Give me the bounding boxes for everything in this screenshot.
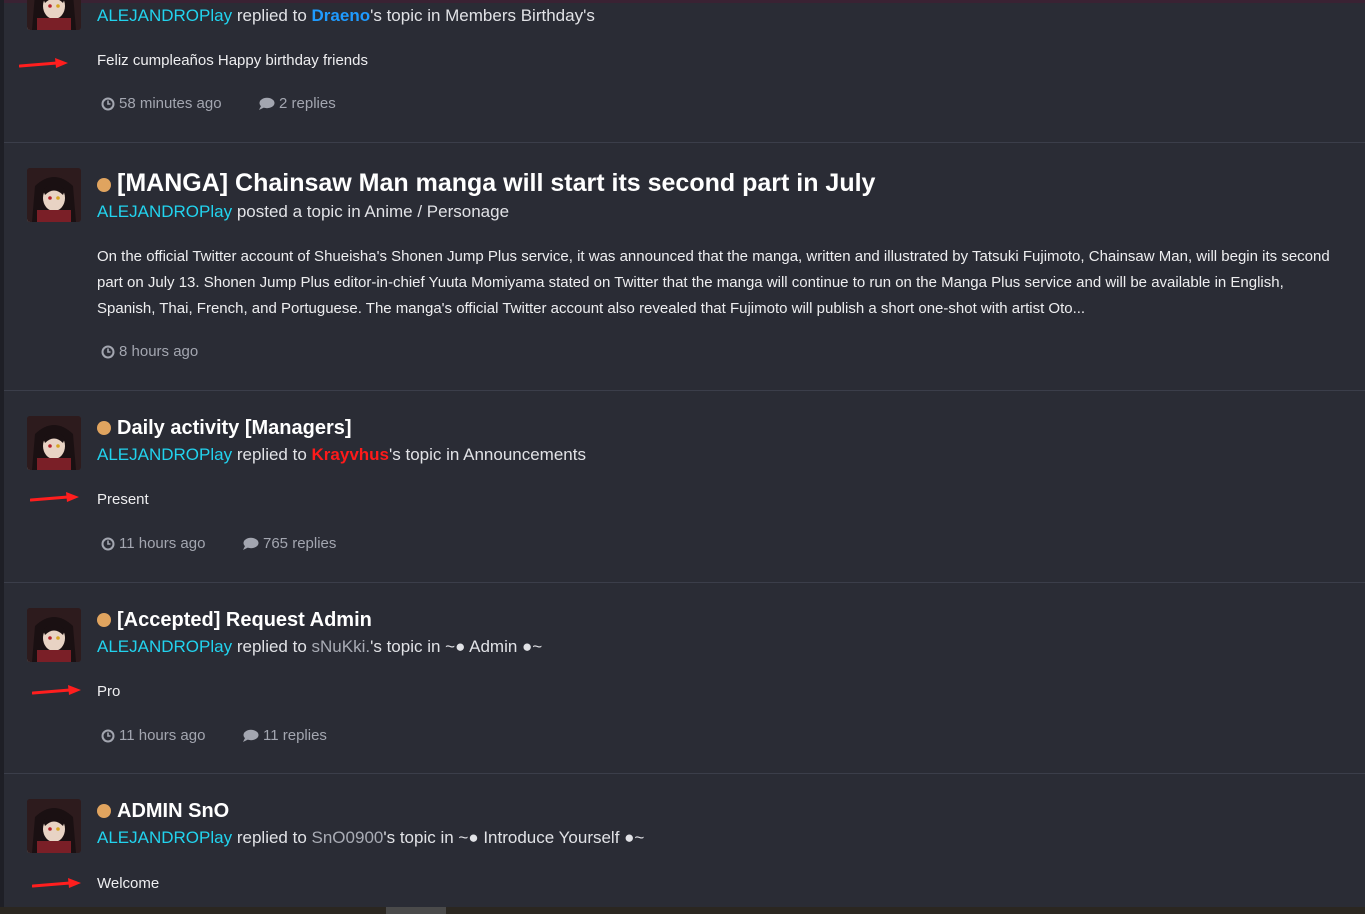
activity-meta: ALEJANDROPlay replied to Draeno's topic … <box>97 6 595 26</box>
reply-count-text: 765 replies <box>263 535 337 552</box>
activity-meta: ALEJANDROPlay replied to Krayvhus's topi… <box>97 445 586 465</box>
clock-icon <box>101 97 115 111</box>
avatar-image <box>27 0 81 30</box>
post-excerpt: Feliz cumpleaños Happy birthday friends <box>97 52 368 69</box>
author-link[interactable]: ALEJANDROPlay <box>97 828 232 847</box>
bottom-strip-segment <box>386 907 446 914</box>
red-arrow-annotation <box>30 492 79 502</box>
timestamp-text: 11 hours ago <box>119 535 206 552</box>
author-link[interactable]: ALEJANDROPlay <box>97 6 232 25</box>
avatar[interactable] <box>27 608 81 662</box>
avatar-image <box>27 608 81 662</box>
activity-item: [Accepted] Request Admin ALEJANDROPlay r… <box>4 583 1365 774</box>
avatar[interactable] <box>27 799 81 853</box>
avatar-image <box>27 168 81 222</box>
timestamp-text: 11 hours ago <box>119 727 206 744</box>
comment-icon <box>259 97 275 111</box>
author-link[interactable]: ALEJANDROPlay <box>97 445 232 464</box>
activity-item: ALEJANDROPlay replied to Draeno's topic … <box>4 0 1365 143</box>
avatar[interactable] <box>27 0 81 30</box>
activity-item: ADMIN SnO ALEJANDROPlay replied to SnO09… <box>4 774 1365 907</box>
post-excerpt: Present <box>97 491 149 508</box>
red-arrow-annotation <box>32 878 81 888</box>
topic-title-text: ADMIN SnO <box>117 800 230 822</box>
reply-count[interactable]: 11 replies <box>242 727 327 744</box>
activity-item: [MANGA] Chainsaw Man manga will start it… <box>4 143 1365 391</box>
action-text: posted a topic in Anime / Personage <box>236 202 510 221</box>
comment-icon <box>243 729 259 743</box>
avatar-image <box>27 799 81 853</box>
activity-item: Daily activity [Managers] ALEJANDROPlay … <box>4 391 1365 583</box>
target-user-link[interactable]: sNuKki. <box>312 637 371 656</box>
target-user-link[interactable]: Krayvhus <box>312 445 389 464</box>
unread-dot-icon <box>97 804 111 818</box>
topic-location-link[interactable]: 's topic in ~● Introduce Yourself ●~ <box>383 828 644 847</box>
topic-title[interactable]: [MANGA] Chainsaw Man manga will start it… <box>97 169 875 198</box>
timestamp: 11 hours ago <box>101 727 205 744</box>
topic-title[interactable]: [Accepted] Request Admin <box>97 609 372 632</box>
action-text: replied to <box>236 6 307 25</box>
author-link[interactable]: ALEJANDROPlay <box>97 202 232 221</box>
activity-meta: ALEJANDROPlay posted a topic in Anime / … <box>97 202 509 222</box>
post-excerpt: Pro <box>97 683 121 700</box>
avatar[interactable] <box>27 416 81 470</box>
target-user-link[interactable]: SnO0900 <box>312 828 384 847</box>
timestamp: 58 minutes ago <box>101 95 222 112</box>
post-excerpt: On the official Twitter account of Shuei… <box>97 248 1330 317</box>
topic-title[interactable]: Daily activity [Managers] <box>97 417 352 440</box>
reply-count[interactable]: 765 replies <box>242 535 336 552</box>
target-user-link[interactable]: Draeno <box>312 6 371 25</box>
red-arrow-annotation <box>19 58 68 68</box>
red-arrow-annotation <box>32 685 81 695</box>
reply-count-text: 2 replies <box>279 95 336 112</box>
topic-title-text: [Accepted] Request Admin <box>117 609 372 631</box>
action-text: replied to <box>236 445 307 464</box>
action-text: replied to <box>236 828 307 847</box>
topic-location-link[interactable]: 's topic in Members Birthday's <box>370 6 595 25</box>
author-link[interactable]: ALEJANDROPlay <box>97 637 232 656</box>
post-excerpt: Welcome <box>97 875 160 892</box>
reply-count[interactable]: 2 replies <box>258 95 336 112</box>
timestamp: 8 hours ago <box>101 343 198 360</box>
activity-meta: ALEJANDROPlay replied to sNuKki.'s topic… <box>97 637 542 657</box>
topic-title-text: [MANGA] Chainsaw Man manga will start it… <box>117 169 876 197</box>
action-text: replied to <box>236 637 307 656</box>
clock-icon <box>101 729 115 743</box>
comment-icon <box>243 537 259 551</box>
unread-dot-icon <box>97 421 111 435</box>
timestamp-text: 58 minutes ago <box>119 95 222 112</box>
timestamp: 11 hours ago <box>101 535 205 552</box>
unread-dot-icon <box>97 178 111 192</box>
avatar[interactable] <box>27 168 81 222</box>
clock-icon <box>101 537 115 551</box>
bottom-strip <box>0 907 1365 914</box>
clock-icon <box>101 345 115 359</box>
activity-meta: ALEJANDROPlay replied to SnO0900's topic… <box>97 828 644 848</box>
topic-location-link[interactable]: 's topic in Announcements <box>389 445 586 464</box>
reply-count-text: 11 replies <box>263 727 327 744</box>
avatar-image <box>27 416 81 470</box>
topic-title-text: Daily activity [Managers] <box>117 417 352 439</box>
timestamp-text: 8 hours ago <box>119 343 199 360</box>
topic-location-link[interactable]: 's topic in ~● Admin ●~ <box>370 637 542 656</box>
unread-dot-icon <box>97 613 111 627</box>
topic-title[interactable]: ADMIN SnO <box>97 800 229 823</box>
